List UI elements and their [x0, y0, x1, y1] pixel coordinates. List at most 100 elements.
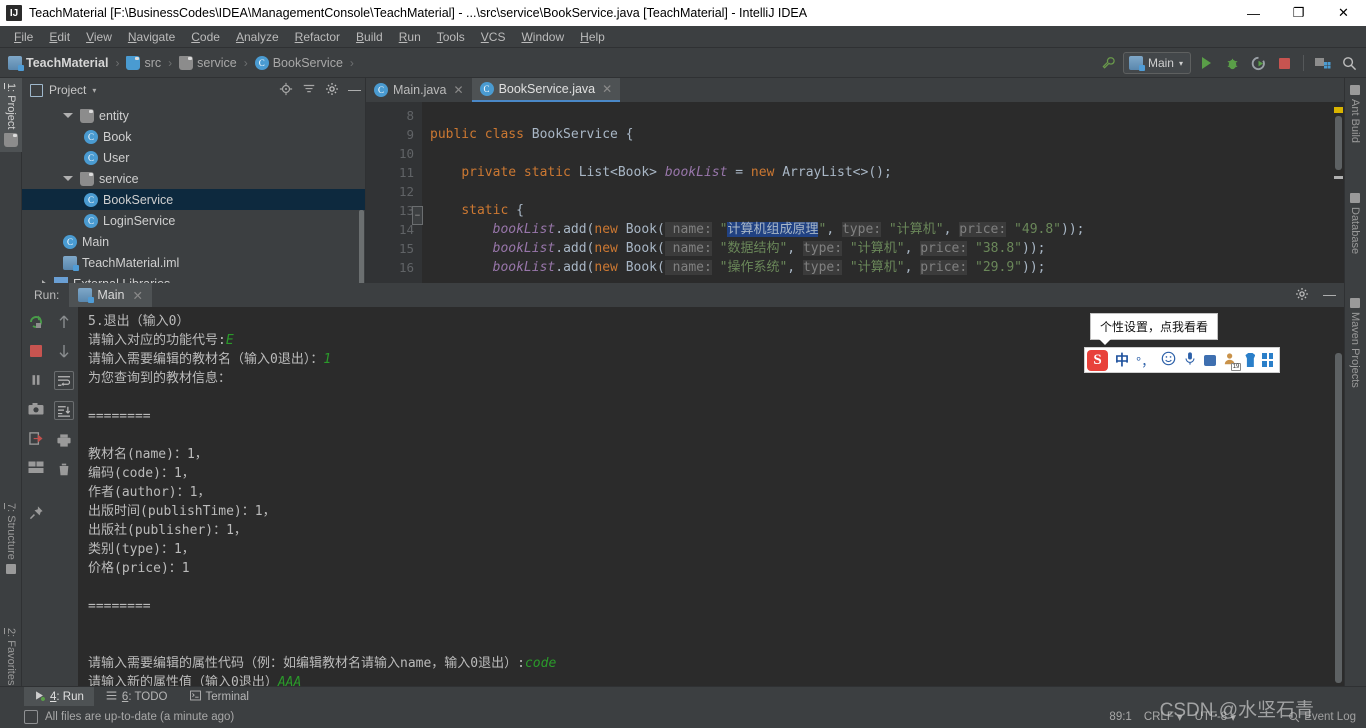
close-icon[interactable]: ✕: [132, 288, 142, 303]
down-arrow-icon[interactable]: [55, 342, 73, 360]
project-structure-button[interactable]: [1312, 52, 1334, 74]
menu-item-window[interactable]: Window: [513, 28, 572, 46]
code-token: BookService {: [531, 127, 634, 142]
build-wrench-icon[interactable]: [1097, 52, 1119, 74]
apps-icon[interactable]: [1262, 353, 1273, 367]
close-button[interactable]: ✕: [1321, 0, 1366, 26]
ime-tooltip[interactable]: 个性设置，点我看看: [1090, 313, 1219, 345]
console-scrollbar[interactable]: [1335, 353, 1342, 683]
right-rail-tab-antbuild[interactable]: Ant Build: [1344, 80, 1366, 148]
run-configuration-selector[interactable]: Main ▾: [1122, 52, 1191, 74]
emoji-icon[interactable]: [1161, 351, 1176, 369]
editor-tab-main-java[interactable]: C Main.java ✕: [366, 78, 472, 102]
left-rail-tab-project[interactable]: 1: Project: [0, 78, 22, 153]
run-button[interactable]: [1195, 52, 1217, 74]
print-icon[interactable]: [55, 431, 73, 449]
warning-marker[interactable]: [1334, 107, 1343, 113]
breadcrumb-item-bookservice[interactable]: C BookService: [254, 55, 343, 70]
camera-icon[interactable]: [27, 400, 45, 418]
line-number: 9: [406, 127, 414, 142]
skin-icon[interactable]: [1245, 353, 1256, 367]
hide-panel-icon[interactable]: —: [1323, 288, 1336, 301]
collapse-arrow-icon[interactable]: [63, 176, 73, 181]
breadcrumb-item-src[interactable]: src: [126, 55, 161, 70]
project-window-icon: [30, 83, 43, 97]
editor-scrollbar[interactable]: [1335, 116, 1342, 170]
console-line: ========: [88, 597, 1344, 616]
close-icon[interactable]: ✕: [602, 82, 612, 96]
change-marker[interactable]: [1334, 176, 1343, 179]
debug-button[interactable]: [1221, 52, 1243, 74]
microphone-icon[interactable]: [1183, 351, 1197, 369]
tree-node-book[interactable]: C Book: [22, 126, 365, 147]
console-line: 作者(author)：1，: [88, 483, 1344, 502]
code-token: name:: [664, 260, 712, 275]
layout-icon[interactable]: [27, 458, 45, 476]
hide-panel-icon[interactable]: —: [348, 83, 361, 96]
soft-wrap-icon[interactable]: [54, 371, 74, 390]
bottom-tab-todo[interactable]: 6: TODO: [96, 687, 178, 707]
line-separator[interactable]: CRLF: [1144, 711, 1174, 723]
search-everywhere-icon[interactable]: [1338, 52, 1360, 74]
rerun-icon[interactable]: [27, 313, 45, 331]
tree-node-user[interactable]: C User: [22, 147, 365, 168]
menu-item-build[interactable]: Build: [348, 28, 391, 46]
tree-node-main[interactable]: C Main: [22, 231, 365, 252]
tree-node-label: Book: [103, 129, 132, 144]
collapse-all-icon[interactable]: [302, 82, 316, 99]
run-tab-main[interactable]: Main ✕: [69, 283, 152, 307]
menu-item-run[interactable]: Run: [391, 28, 429, 46]
right-rail-tab-mavenprojects[interactable]: Maven Projects: [1344, 293, 1366, 393]
maximize-button[interactable]: ❐: [1276, 0, 1321, 26]
bottom-tab-terminal[interactable]: Terminal: [180, 687, 259, 707]
breadcrumb-item-teachmaterial[interactable]: TeachMaterial: [8, 55, 108, 71]
menu-item-view[interactable]: View: [78, 28, 120, 46]
collapse-arrow-icon[interactable]: [63, 113, 73, 118]
ime-punctuation-icon[interactable]: °，: [1136, 351, 1154, 370]
pin-icon[interactable]: [27, 503, 45, 521]
gear-icon[interactable]: [1295, 287, 1309, 304]
gear-icon[interactable]: [325, 82, 339, 99]
left-rail-tab-structure[interactable]: 7: Structure: [0, 498, 22, 579]
editor-tab-bookservice-java[interactable]: C BookService.java ✕: [471, 78, 621, 102]
menu-item-vcs[interactable]: VCS: [473, 28, 514, 46]
user-icon[interactable]: 19: [1223, 352, 1242, 371]
pause-icon[interactable]: [27, 371, 45, 389]
file-encoding[interactable]: UTF-8: [1195, 711, 1228, 723]
menu-item-tools[interactable]: Tools: [429, 28, 473, 46]
menu-item-navigate[interactable]: Navigate: [120, 28, 183, 46]
tree-node-loginservice[interactable]: C LoginService: [22, 210, 365, 231]
menu-item-analyze[interactable]: Analyze: [228, 28, 287, 46]
caret-position[interactable]: 89:1: [1109, 711, 1131, 723]
code-token: name:: [664, 222, 712, 237]
stop-icon[interactable]: [27, 342, 45, 360]
keyboard-icon[interactable]: [1204, 354, 1217, 366]
right-rail-label: Database: [1349, 207, 1361, 255]
tree-node-teachmaterialiml[interactable]: TeachMaterial.iml: [22, 252, 365, 273]
bottom-tab-run[interactable]: 4: Run: [24, 686, 94, 707]
locate-file-icon[interactable]: [279, 82, 293, 99]
breadcrumb-item-service[interactable]: service: [179, 55, 237, 70]
menu-item-code[interactable]: Code: [183, 28, 228, 46]
run-with-coverage-button[interactable]: [1247, 52, 1269, 74]
menu-item-edit[interactable]: Edit: [41, 28, 78, 46]
sogou-logo-icon[interactable]: S: [1087, 349, 1108, 371]
breadcrumb-label: service: [197, 55, 237, 70]
tree-node-bookservice[interactable]: C BookService: [22, 189, 365, 210]
ime-mode-label[interactable]: 中: [1115, 350, 1129, 370]
event-log-button[interactable]: Event Log: [1288, 711, 1356, 723]
menu-item-help[interactable]: Help: [572, 28, 613, 46]
menu-item-file[interactable]: File: [6, 28, 41, 46]
tree-node-service[interactable]: service: [22, 168, 365, 189]
right-rail-tab-database[interactable]: Database: [1344, 188, 1366, 259]
chevron-down-icon[interactable]: ▾: [92, 86, 96, 95]
close-icon[interactable]: ✕: [454, 83, 464, 97]
stop-button[interactable]: [1273, 52, 1295, 74]
menu-item-refactor[interactable]: Refactor: [287, 28, 348, 46]
scroll-to-end-icon[interactable]: [54, 401, 74, 420]
tree-node-entity[interactable]: entity: [22, 105, 365, 126]
minimize-button[interactable]: —: [1231, 0, 1276, 26]
up-arrow-icon[interactable]: [55, 313, 73, 331]
trash-icon[interactable]: [55, 460, 73, 478]
export-icon[interactable]: [27, 429, 45, 447]
